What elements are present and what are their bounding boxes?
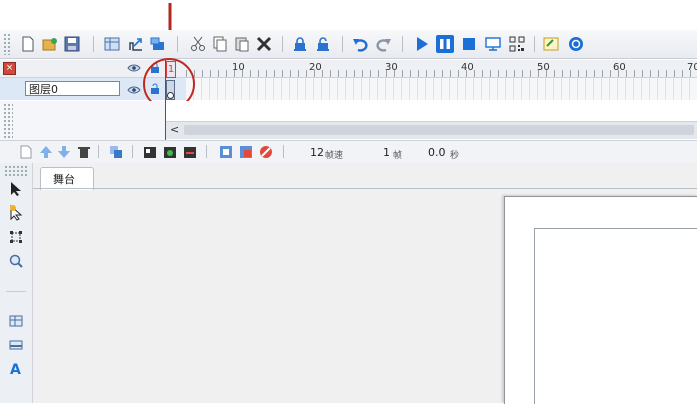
time-label: 秒 — [450, 151, 460, 161]
time-value: 0.0 — [428, 146, 446, 159]
keyframe-icon[interactable] — [142, 144, 158, 160]
new-file-icon[interactable] — [20, 36, 36, 52]
lock-icon[interactable] — [292, 36, 308, 52]
transform-icon[interactable] — [8, 229, 24, 245]
screen-icon[interactable] — [485, 36, 501, 52]
toolbar-separator — [206, 145, 207, 158]
palette-grip[interactable] — [4, 165, 28, 177]
tool-palette: A — [0, 163, 33, 403]
grid-icon[interactable] — [104, 36, 120, 52]
subselect-icon[interactable] — [8, 205, 24, 221]
toolbar-separator — [98, 145, 99, 158]
timeline-close-icon[interactable]: × — [3, 62, 16, 75]
remove-keyframe-icon[interactable] — [182, 144, 198, 160]
stage-safe-area — [534, 228, 697, 404]
stage-border — [33, 188, 697, 189]
open-file-icon[interactable] — [42, 36, 58, 52]
layer-copy-icon[interactable] — [108, 144, 124, 160]
main-toolbar — [0, 30, 697, 59]
trash-icon[interactable] — [76, 144, 92, 160]
panel-grip[interactable] — [3, 103, 13, 138]
qrcode-icon[interactable] — [509, 36, 525, 52]
scroll-thumb[interactable] — [184, 125, 694, 135]
button-tool-icon[interactable] — [8, 337, 24, 353]
layer-name-input[interactable]: 图层0 — [25, 81, 120, 96]
layer-visibility-icon[interactable] — [127, 85, 141, 98]
toolbar-separator — [93, 36, 94, 52]
palette-divider — [6, 291, 26, 292]
tab-stage-label: 舞台 — [53, 173, 75, 186]
stop-icon[interactable] — [461, 36, 477, 52]
toolbar-separator — [342, 36, 343, 52]
current-frame-value: 1 — [383, 146, 390, 159]
play-icon[interactable] — [414, 36, 430, 52]
save-icon[interactable] — [64, 36, 80, 52]
fps-label: 帧速 — [325, 151, 344, 161]
onion-skin-multi-icon[interactable] — [238, 144, 254, 160]
move-down-icon[interactable] — [56, 144, 72, 160]
zoom-icon[interactable] — [8, 253, 24, 269]
onion-skin-icon[interactable] — [218, 144, 234, 160]
toolbar-separator — [283, 145, 284, 158]
frame-area-empty — [166, 101, 697, 121]
export-icon[interactable] — [128, 36, 144, 52]
copy-icon[interactable] — [212, 36, 228, 52]
timeline-hscrollbar[interactable]: < — [166, 121, 697, 139]
import-icon[interactable] — [150, 36, 166, 52]
scroll-left-arrow[interactable]: < — [170, 123, 179, 136]
delete-icon[interactable] — [256, 36, 272, 52]
ruler-ticks — [186, 70, 697, 77]
toolbar-grip[interactable] — [3, 33, 11, 55]
insert-keyframe-icon[interactable] — [162, 144, 178, 160]
timeline-header: × 10 20 30 40 50 60 70 1 — [0, 60, 697, 78]
paste-icon[interactable] — [234, 36, 250, 52]
toolbar-separator — [534, 36, 535, 52]
layer-toolbar: 12 帧速 1 帧 0.0 秒 — [0, 140, 697, 164]
visibility-header-icon[interactable] — [127, 63, 141, 76]
pause-icon[interactable] — [436, 35, 454, 53]
fps-value: 12 — [310, 146, 324, 159]
frame-track[interactable] — [186, 78, 697, 100]
properties-icon[interactable] — [543, 36, 559, 52]
frame-label: 帧 — [393, 151, 403, 161]
undo-icon[interactable] — [352, 36, 368, 52]
tab-stage[interactable]: 舞台 — [40, 167, 94, 190]
add-layer-icon[interactable] — [18, 144, 34, 160]
unlock-icon[interactable] — [315, 36, 331, 52]
toolbar-separator — [177, 36, 178, 52]
toolbar-separator — [132, 145, 133, 158]
image-tool-icon[interactable] — [8, 313, 24, 329]
clear-onion-icon[interactable] — [258, 144, 274, 160]
toolbar-separator — [282, 36, 283, 52]
toolbar-separator — [402, 36, 403, 52]
text-tool-icon[interactable]: A — [10, 362, 21, 378]
layer-list-area — [0, 101, 165, 140]
redo-icon[interactable] — [376, 36, 392, 52]
help-icon[interactable] — [568, 36, 584, 52]
move-up-icon[interactable] — [38, 144, 54, 160]
select-arrow-icon[interactable] — [8, 181, 24, 197]
cut-icon[interactable] — [190, 36, 206, 52]
